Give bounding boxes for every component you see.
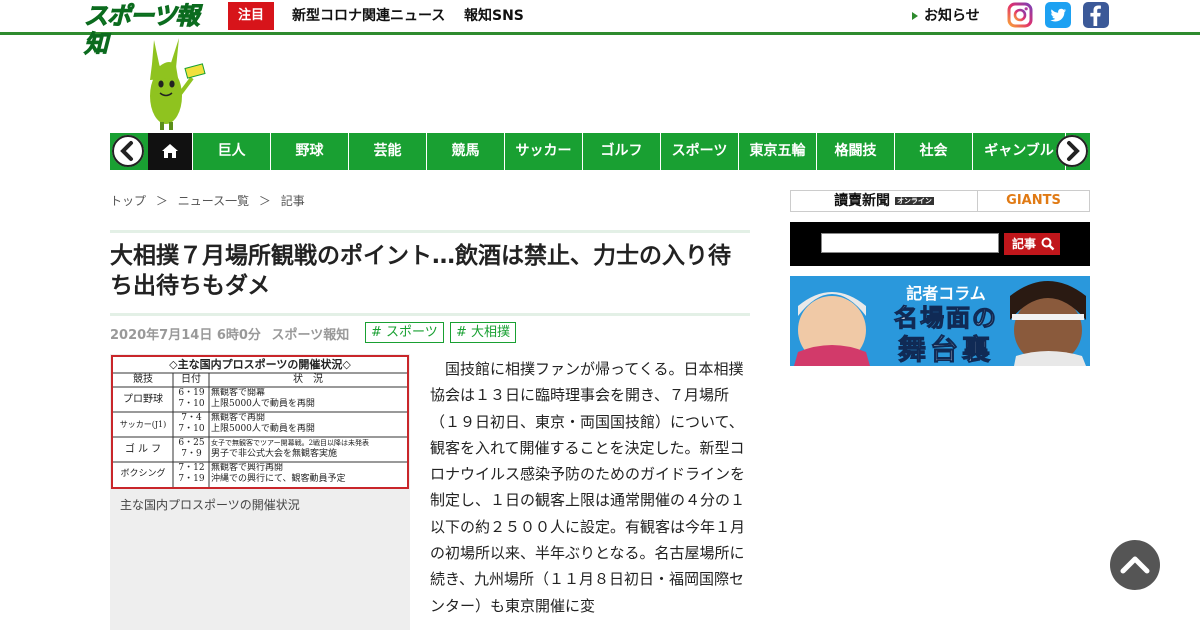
yomiuri-online-link[interactable]: 讀賣新聞 オンライン [791, 191, 978, 211]
table-date-line: 7・9 [181, 449, 202, 459]
triangle-right-icon [912, 12, 918, 20]
back-to-top-button[interactable] [1110, 540, 1160, 590]
yomiuri-logo-text: 讀賣新聞 [834, 193, 891, 209]
nav-prev-button[interactable] [112, 135, 144, 167]
table-status-line: 上限5000人で動員を再開 [211, 399, 315, 409]
table-status-line: 上限5000人で動員を再開 [211, 424, 315, 434]
table-date-line: 7・10 [178, 399, 205, 409]
hochi-sns-link[interactable]: 報知SNS [464, 0, 524, 32]
notice-label: お知らせ [924, 8, 980, 24]
top-bar: スポーツ報知 注目 新型コロナ関連ニュース 報知SNS お知らせ [0, 0, 1200, 59]
nav-item-fighting[interactable]: 格闘技 [816, 133, 894, 170]
table-status-line: 無観客で再開 [211, 413, 266, 423]
nav-item-society[interactable]: 社会 [894, 133, 972, 170]
table-status-line: 沖縄での興行にて、観客動員予定 [211, 474, 346, 484]
table-cell-date: 6・19 7・10 [174, 388, 209, 410]
search-box: 記事 [790, 222, 1090, 266]
table-cell-date: 6・25 7・9 [174, 438, 209, 460]
notice-link[interactable]: お知らせ [912, 0, 980, 32]
article-photo[interactable]: ◇主な国内プロスポーツの開催状況◇ 競技 日付 状 況 プロ野球 6・19 7・1… [110, 354, 410, 630]
breadcrumb-article: 記事 [280, 194, 305, 208]
nav-home-button[interactable] [148, 133, 192, 170]
reporter-column-banner[interactable]: 記者コラム 名場面の 舞台裏 [790, 276, 1090, 366]
category-navbar: 巨人 野球 芸能 競馬 サッカー ゴルフ スポーツ 東京五輪 格闘技 社会 ギャ… [110, 133, 1090, 170]
article-source: スポーツ報知 [271, 328, 350, 343]
table-cell-sport: サッカー(J1) [119, 420, 167, 429]
search-button[interactable]: 記事 [1004, 233, 1060, 255]
nav-item-tokyo-olympics[interactable]: 東京五輪 [738, 133, 816, 170]
yomiuri-giants-banner[interactable]: 讀賣新聞 オンライン GIANTS [790, 190, 1090, 212]
home-icon [162, 144, 178, 158]
nav-item-soccer[interactable]: サッカー [504, 133, 582, 170]
table-date-line: 6・19 [178, 388, 205, 398]
tag-sports[interactable]: # スポーツ [365, 322, 444, 343]
table-cell-sport: ボクシング [120, 469, 166, 479]
article-body: 国技館に相撲ファンが帰ってくる。日本相撲協会は１３日に臨時理事会を開き、７月場所… [430, 356, 748, 619]
search-input[interactable] [821, 233, 999, 253]
nav-item-sports[interactable]: スポーツ [660, 133, 738, 170]
instagram-icon[interactable] [1007, 2, 1033, 28]
table-date-line: 7・4 [181, 413, 202, 423]
online-badge: オンライン [894, 197, 934, 205]
table-status-line: 無観客で開幕 [211, 388, 266, 398]
breadcrumb-news-list[interactable]: ニュース一覧 [178, 194, 249, 208]
table-cell-status: 無観客で再開 上限5000人で動員を再開 [211, 413, 407, 435]
breadcrumb-top[interactable]: トップ [110, 194, 146, 208]
nav-item-baseball[interactable]: 野球 [270, 133, 348, 170]
facebook-icon[interactable] [1083, 2, 1109, 28]
corona-news-link[interactable]: 新型コロナ関連ニュース [292, 0, 445, 32]
article-headline: 大相撲７月場所観戦のポイント…飲酒は禁止、力士の入り待ち出待ちもダメ [110, 243, 731, 299]
table-status-line: 女子で無観客でツアー開幕戦。2戦目以降は未発表 [211, 439, 370, 447]
table-date-line: 6・25 [178, 438, 205, 448]
breadcrumb: トップ ＞ ニュース一覧 ＞ 記事 [110, 192, 311, 209]
table-date-line: 7・19 [178, 474, 205, 484]
article-date: 2020年7月14日 6時0分 [110, 328, 261, 343]
table-cell-status: 女子で無観客でツアー開幕戦。2戦目以降は未発表 男子で非公式大会を無観客実施 [211, 438, 407, 460]
table-header-status: 状 況 [293, 374, 323, 385]
tag-sumo[interactable]: # 大相撲 [450, 322, 517, 343]
nav-next-button[interactable] [1056, 135, 1088, 167]
breadcrumb-separator: ＞ [155, 194, 168, 208]
table-date-line: 7・12 [178, 463, 205, 473]
table-cell-date: 7・12 7・19 [174, 463, 209, 485]
table-status-line: 無観客で興行再開 [211, 463, 284, 473]
column-title-main-2: 舞台裏 [897, 333, 994, 367]
search-icon [1041, 237, 1055, 251]
table-cell-sport: プロ野球 [123, 394, 163, 405]
mascot-illustration [146, 38, 208, 130]
table-cell-date: 7・4 7・10 [174, 413, 209, 435]
article-meta: 2020年7月14日 6時0分 スポーツ報知 [110, 324, 349, 343]
hot-badge[interactable]: 注目 [228, 2, 274, 30]
table-cell-status: 無観客で興行再開 沖縄での興行にて、観客動員予定 [211, 463, 407, 485]
status-table-image: ◇主な国内プロスポーツの開催状況◇ 競技 日付 状 況 プロ野球 6・19 7・1… [111, 355, 409, 489]
chevron-up-icon [1120, 556, 1150, 574]
nav-item-golf[interactable]: ゴルフ [582, 133, 660, 170]
table-date-line: 7・10 [178, 424, 205, 434]
nav-item-gamble[interactable]: ギャンブル [972, 133, 1065, 170]
table-header-date: 日付 [181, 374, 201, 385]
photo-caption: 主な国内プロスポーツの開催状況 [120, 498, 300, 512]
site-logo[interactable]: スポーツ報知 [84, 2, 208, 59]
breadcrumb-separator: ＞ [258, 194, 271, 208]
giants-link[interactable]: GIANTS [978, 191, 1089, 211]
chevron-left-icon [112, 135, 144, 167]
twitter-icon[interactable] [1045, 2, 1071, 28]
nav-item-giants[interactable]: 巨人 [192, 133, 270, 170]
nav-item-entertainment[interactable]: 芸能 [348, 133, 426, 170]
table-header-sport: 競技 [133, 374, 153, 385]
nav-item-horse-racing[interactable]: 競馬 [426, 133, 504, 170]
search-button-label: 記事 [1012, 237, 1037, 251]
chevron-right-icon [1056, 135, 1088, 167]
table-cell-sport: ゴ ル フ [124, 444, 162, 455]
table-cell-status: 無観客で開幕 上限5000人で動員を再開 [211, 388, 407, 410]
table-title: ◇主な国内プロスポーツの開催状況◇ [169, 358, 351, 371]
article-paragraph: 国技館に相撲ファンが帰ってくる。日本相撲協会は１３日に臨時理事会を開き、７月場所… [430, 360, 746, 615]
headline-container: 大相撲７月場所観戦のポイント…飲酒は禁止、力士の入り待ち出待ちもダメ [110, 230, 750, 316]
table-status-line: 男子で非公式大会を無観客実施 [211, 449, 338, 459]
